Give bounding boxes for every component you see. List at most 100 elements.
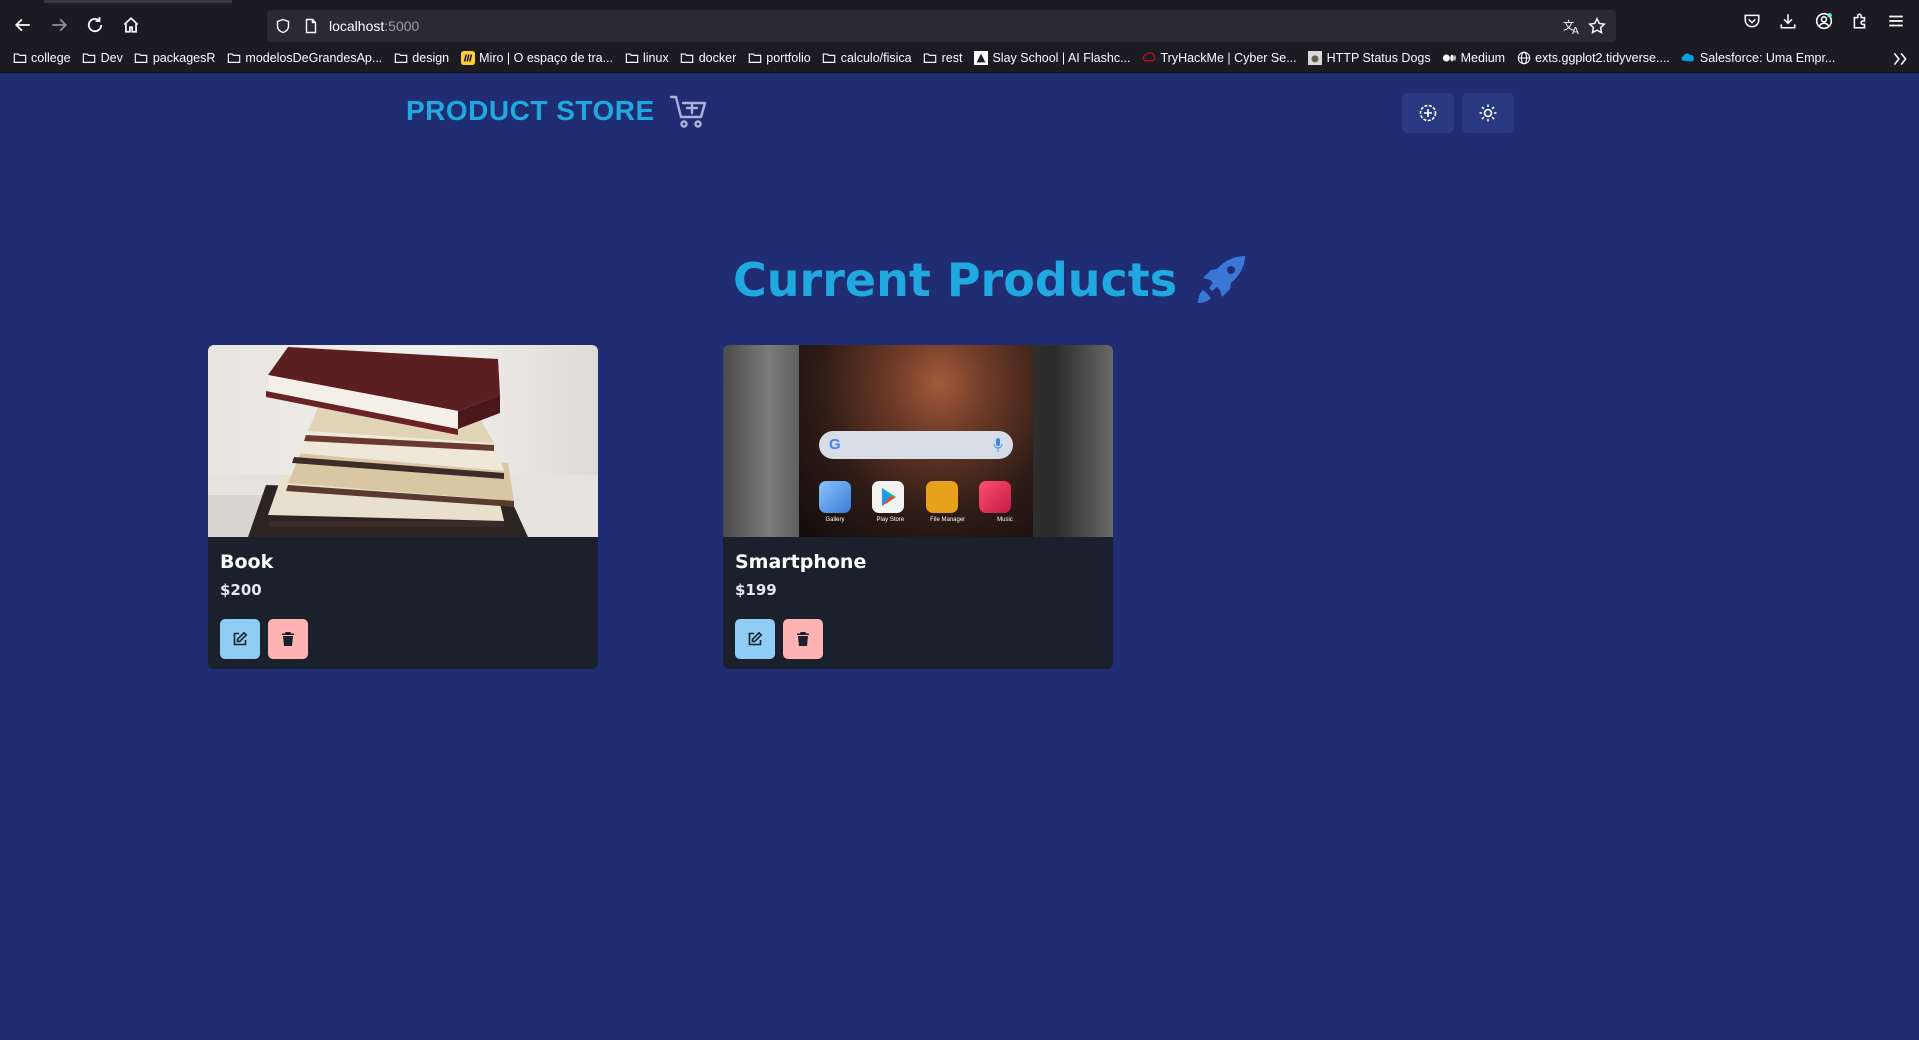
globe-icon bbox=[1516, 51, 1531, 66]
book-stack-illustration bbox=[208, 347, 598, 537]
current-products-title: Current Products bbox=[733, 253, 1178, 307]
delete-button[interactable] bbox=[268, 619, 308, 659]
bookmark-item[interactable]: linux bbox=[624, 51, 669, 66]
product-card: G Gallery Play Store File Manager Music … bbox=[723, 345, 1113, 669]
bookmark-label: rest bbox=[941, 51, 963, 65]
bookmark-label: calculo/fisica bbox=[840, 51, 912, 65]
app-labels: Gallery Play Store File Manager Music bbox=[815, 517, 1025, 523]
bookmark-label: packagesR bbox=[152, 51, 216, 65]
bookmark-item[interactable]: modelosDeGrandesAp... bbox=[226, 51, 382, 66]
url-text[interactable]: localhost:5000 bbox=[329, 18, 419, 34]
play-store-app-icon bbox=[872, 481, 904, 513]
home-button[interactable] bbox=[116, 10, 146, 40]
bookmark-label: TryHackMe | Cyber Se... bbox=[1160, 51, 1297, 65]
bookmark-item[interactable]: calculo/fisica bbox=[822, 51, 912, 66]
gallery-app-icon bbox=[819, 481, 851, 513]
gallery-label: Gallery bbox=[825, 517, 845, 523]
bookmark-item[interactable]: Medium bbox=[1442, 51, 1505, 66]
trash-icon bbox=[282, 632, 294, 646]
medium-icon bbox=[1442, 51, 1457, 66]
miro-icon bbox=[460, 51, 475, 66]
edit-icon bbox=[748, 631, 763, 646]
phone-screen: G Gallery Play Store File Manager Music bbox=[799, 345, 1033, 537]
page-heading: Current Products bbox=[733, 253, 1247, 307]
bookmark-star-icon[interactable] bbox=[1588, 17, 1606, 35]
bookmark-item[interactable]: portfolio bbox=[747, 51, 811, 66]
folder-icon bbox=[82, 51, 97, 66]
bookmark-label: exts.ggplot2.tidyverse.... bbox=[1535, 51, 1670, 65]
bookmark-item[interactable]: rest bbox=[923, 51, 963, 66]
bookmark-item[interactable]: college bbox=[12, 51, 71, 66]
bookmark-item[interactable]: design bbox=[393, 51, 449, 66]
edit-button[interactable] bbox=[735, 619, 775, 659]
delete-button[interactable] bbox=[783, 619, 823, 659]
bookmark-item[interactable]: Salesforce: Uma Empr... bbox=[1681, 51, 1835, 66]
brand-title: PRODUCT STORE bbox=[406, 95, 655, 126]
bookmark-item[interactable]: TryHackMe | Cyber Se... bbox=[1141, 51, 1297, 66]
folder-icon bbox=[134, 51, 149, 66]
url-bar[interactable]: localhost:5000 文A bbox=[267, 10, 1616, 42]
plus-square-icon bbox=[1419, 104, 1437, 122]
folder-icon bbox=[226, 51, 241, 66]
forward-button[interactable] bbox=[44, 10, 74, 40]
bookmark-item[interactable]: Dev bbox=[82, 51, 123, 66]
google-search-bar: G bbox=[819, 431, 1013, 459]
bookmark-item[interactable]: Miro | O espaço de tra... bbox=[460, 51, 613, 66]
reload-button[interactable] bbox=[80, 10, 110, 40]
brand-link[interactable]: PRODUCT STORE bbox=[406, 91, 709, 131]
active-tab[interactable] bbox=[44, 0, 232, 3]
bookmark-item[interactable]: exts.ggplot2.tidyverse.... bbox=[1516, 51, 1670, 66]
edit-icon bbox=[233, 631, 248, 646]
bookmark-item[interactable]: packagesR bbox=[134, 51, 216, 66]
music-app-icon bbox=[979, 481, 1011, 513]
file-manager-label: File Manager bbox=[930, 517, 966, 523]
bookmark-label: portfolio bbox=[766, 51, 811, 65]
bookmarks-overflow-icon[interactable] bbox=[1891, 50, 1909, 68]
bookmark-item[interactable]: docker bbox=[680, 51, 737, 66]
bookmark-label: modelosDeGrandesAp... bbox=[245, 51, 383, 65]
microphone-icon bbox=[993, 438, 1003, 452]
menu-icon[interactable] bbox=[1887, 12, 1905, 30]
create-product-button[interactable] bbox=[1402, 93, 1454, 133]
product-price: $200 bbox=[220, 581, 262, 599]
forward-arrow-icon bbox=[52, 18, 68, 32]
home-icon bbox=[123, 17, 139, 33]
browser-chrome: localhost:5000 文A college Dev packagesR mod… bbox=[0, 0, 1919, 73]
folder-icon bbox=[680, 51, 695, 66]
back-button[interactable] bbox=[8, 10, 38, 40]
card-actions bbox=[220, 619, 586, 659]
folder-icon bbox=[12, 51, 27, 66]
extensions-icon[interactable] bbox=[1851, 12, 1869, 30]
product-store-app: PRODUCT STORE Current Products Book $200… bbox=[0, 73, 1919, 1040]
folder-icon bbox=[923, 51, 938, 66]
folder-icon bbox=[624, 51, 639, 66]
product-card: Book $200 bbox=[208, 345, 598, 669]
downloads-icon[interactable] bbox=[1779, 12, 1797, 30]
salesforce-icon bbox=[1681, 51, 1696, 66]
product-name: Book bbox=[220, 551, 274, 573]
google-g-icon: G bbox=[829, 436, 841, 453]
bookmark-label: Dev bbox=[100, 51, 123, 65]
page-icon[interactable] bbox=[303, 18, 319, 34]
book-image bbox=[208, 345, 598, 537]
pocket-icon[interactable] bbox=[1743, 12, 1761, 30]
folder-icon bbox=[747, 51, 762, 66]
shopping-cart-icon bbox=[669, 95, 706, 128]
shield-icon[interactable] bbox=[275, 18, 291, 34]
bookmark-item[interactable]: HTTP Status Dogs bbox=[1308, 51, 1431, 66]
sun-icon bbox=[1479, 104, 1497, 122]
url-port: :5000 bbox=[384, 18, 420, 34]
account-icon[interactable] bbox=[1815, 12, 1833, 30]
smartphone-image: G Gallery Play Store File Manager Music bbox=[723, 345, 1113, 537]
tryhackme-icon bbox=[1141, 51, 1156, 66]
dog-icon bbox=[1308, 51, 1323, 66]
bookmark-item[interactable]: Slay School | AI Flashc... bbox=[973, 51, 1130, 66]
product-name: Smartphone bbox=[735, 551, 867, 573]
bookmark-label: Slay School | AI Flashc... bbox=[992, 51, 1131, 65]
bookmark-label: docker bbox=[698, 51, 737, 65]
edit-button[interactable] bbox=[220, 619, 260, 659]
product-price: $199 bbox=[735, 581, 777, 599]
theme-toggle-button[interactable] bbox=[1462, 93, 1514, 133]
translate-icon[interactable]: 文A bbox=[1563, 17, 1581, 35]
card-body: Smartphone $199 bbox=[723, 537, 1113, 669]
